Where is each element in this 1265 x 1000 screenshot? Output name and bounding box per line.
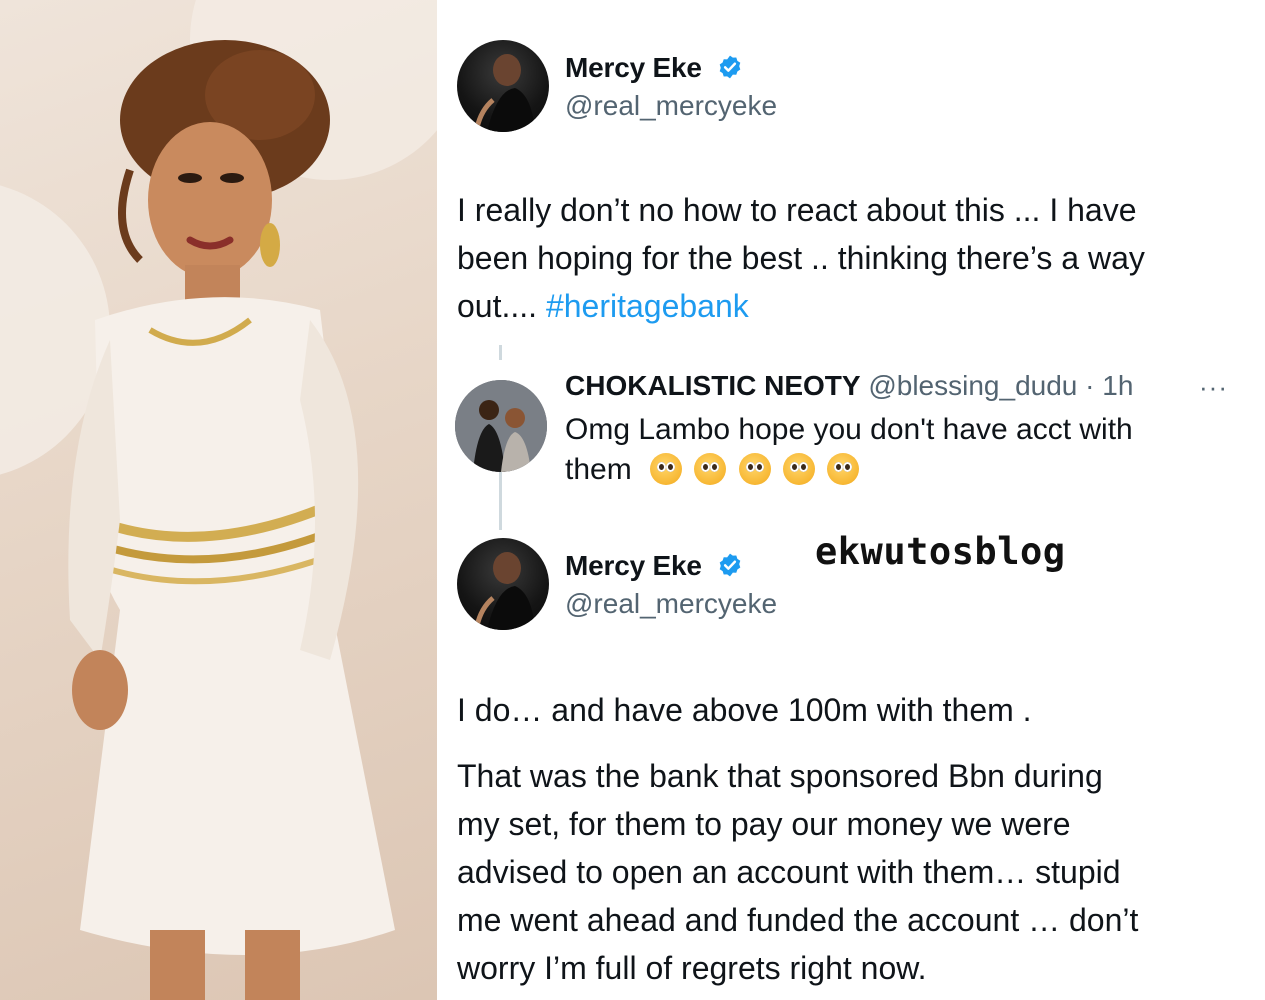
pleading-face-emoji bbox=[694, 453, 727, 485]
tweet-text-line: my set, for them to pay our money we wer… bbox=[457, 806, 1071, 842]
reply-handle-time[interactable]: @blessing_dudu · 1h bbox=[861, 370, 1133, 401]
pleading-face-emoji bbox=[650, 453, 683, 485]
verified-badge-icon bbox=[720, 55, 741, 79]
tweet-text-line: That was the bank that sponsored Bbn dur… bbox=[457, 758, 1103, 794]
tweet-text: I really don’t no how to react about thi… bbox=[457, 186, 1247, 330]
more-options-icon[interactable]: ··· bbox=[1199, 372, 1228, 403]
reply-text-line: Omg Lambo hope you don't have acct with bbox=[565, 413, 1133, 446]
profile-photo bbox=[0, 0, 437, 1000]
display-name[interactable]: Mercy Eke bbox=[565, 550, 743, 582]
username-handle[interactable]: @real_mercyeke bbox=[565, 90, 777, 122]
reply-avatar[interactable] bbox=[455, 380, 547, 472]
thread-connector bbox=[499, 345, 502, 360]
avatar[interactable] bbox=[457, 538, 549, 630]
display-name[interactable]: Mercy Eke bbox=[565, 52, 743, 84]
reply-text: Omg Lambo hope you don't have acct with … bbox=[565, 410, 1205, 490]
tweet-thread: Mercy Eke @real_mercyeke I really don’t … bbox=[437, 0, 1265, 1000]
avatar[interactable] bbox=[457, 40, 549, 132]
pleading-face-emoji bbox=[827, 453, 860, 485]
hashtag-link[interactable]: #heritagebank bbox=[546, 288, 749, 324]
verified-badge-icon bbox=[720, 553, 741, 577]
tweet-paragraph: I do… and have above 100m with them . bbox=[457, 692, 1032, 728]
pleading-face-emoji bbox=[783, 453, 816, 485]
avatar-portrait-icon bbox=[474, 552, 535, 630]
watermark: ekwutosblog bbox=[815, 530, 1066, 573]
tweet-text: I do… and have above 100m with them . bbox=[457, 686, 1247, 734]
reply-header: CHOKALISTIC NEOTY @blessing_dudu · 1h bbox=[565, 370, 1133, 402]
thread-connector bbox=[499, 470, 502, 530]
tweet-text-line: I really don’t no how to react about thi… bbox=[457, 192, 1137, 228]
reply-display-name[interactable]: CHOKALISTIC NEOTY bbox=[565, 370, 861, 401]
couple-photo-icon bbox=[455, 380, 547, 472]
tweet-text-line: out.... #heritagebank bbox=[457, 288, 749, 324]
tweet-text-line: me went ahead and funded the account … d… bbox=[457, 902, 1139, 938]
pleading-face-emoji bbox=[738, 453, 771, 485]
tweet-text-line: advised to open an account with them… st… bbox=[457, 854, 1121, 890]
reply-text-line: them bbox=[565, 450, 1205, 490]
username-handle[interactable]: @real_mercyeke bbox=[565, 588, 777, 620]
avatar-portrait-icon bbox=[474, 54, 535, 132]
tweet-text: That was the bank that sponsored Bbn dur… bbox=[457, 752, 1247, 992]
tweet-text-line: worry I’m full of regrets right now. bbox=[457, 950, 927, 986]
woman-in-white-dress-image bbox=[0, 0, 437, 1000]
tweet-text-line: been hoping for the best .. thinking the… bbox=[457, 240, 1145, 276]
